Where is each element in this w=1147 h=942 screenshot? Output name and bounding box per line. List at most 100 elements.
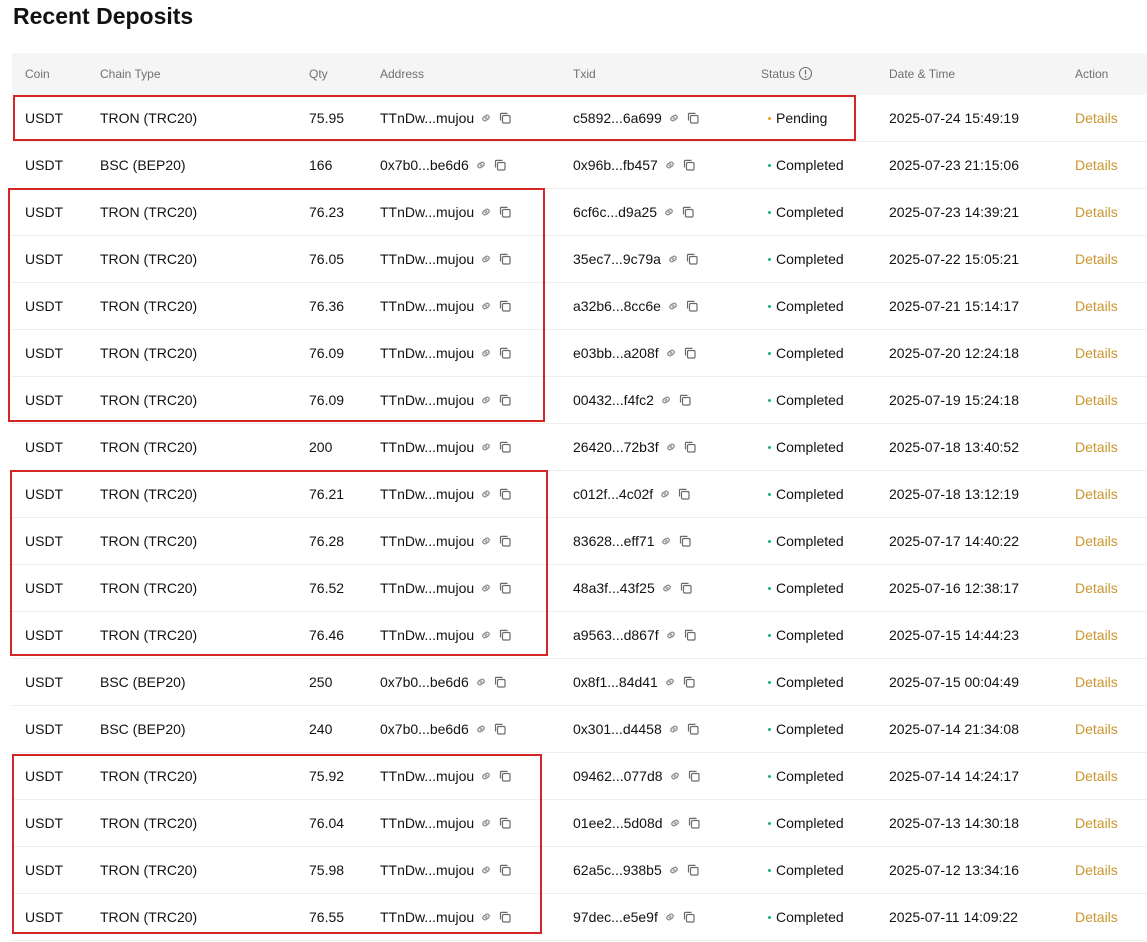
details-link[interactable]: Details bbox=[1075, 612, 1118, 658]
details-link[interactable]: Details bbox=[1075, 565, 1118, 611]
copy-icon[interactable] bbox=[682, 675, 696, 689]
copy-icon[interactable] bbox=[685, 299, 699, 313]
copy-icon[interactable] bbox=[677, 487, 691, 501]
status-dot bbox=[768, 634, 771, 637]
copy-icon[interactable] bbox=[681, 205, 695, 219]
copy-icon[interactable] bbox=[498, 487, 512, 501]
copy-icon[interactable] bbox=[498, 863, 512, 877]
link-icon[interactable] bbox=[667, 722, 681, 736]
link-icon[interactable] bbox=[479, 111, 493, 125]
link-icon[interactable] bbox=[479, 299, 493, 313]
copy-icon[interactable] bbox=[683, 440, 697, 454]
copy-icon[interactable] bbox=[679, 581, 693, 595]
link-icon[interactable] bbox=[474, 675, 488, 689]
link-icon[interactable] bbox=[662, 205, 676, 219]
link-icon[interactable] bbox=[667, 863, 681, 877]
link-icon[interactable] bbox=[479, 534, 493, 548]
link-icon[interactable] bbox=[479, 487, 493, 501]
details-link[interactable]: Details bbox=[1075, 377, 1118, 423]
copy-icon[interactable] bbox=[498, 910, 512, 924]
link-icon[interactable] bbox=[479, 628, 493, 642]
link-icon[interactable] bbox=[479, 252, 493, 266]
copy-icon[interactable] bbox=[498, 346, 512, 360]
copy-icon[interactable] bbox=[498, 769, 512, 783]
link-icon[interactable] bbox=[667, 111, 681, 125]
copy-icon[interactable] bbox=[683, 628, 697, 642]
details-link[interactable]: Details bbox=[1075, 659, 1118, 705]
copy-icon[interactable] bbox=[687, 816, 701, 830]
copy-icon[interactable] bbox=[498, 299, 512, 313]
coin-cell: USDT bbox=[25, 533, 64, 549]
copy-icon[interactable] bbox=[493, 675, 507, 689]
copy-icon[interactable] bbox=[685, 252, 699, 266]
status-text: Completed bbox=[776, 298, 844, 314]
info-icon[interactable] bbox=[798, 66, 813, 81]
copy-icon[interactable] bbox=[498, 252, 512, 266]
link-icon[interactable] bbox=[479, 346, 493, 360]
details-link[interactable]: Details bbox=[1075, 330, 1118, 376]
link-icon[interactable] bbox=[668, 816, 682, 830]
copy-icon[interactable] bbox=[678, 393, 692, 407]
link-icon[interactable] bbox=[479, 816, 493, 830]
link-icon[interactable] bbox=[474, 158, 488, 172]
copy-icon[interactable] bbox=[498, 816, 512, 830]
link-icon[interactable] bbox=[479, 769, 493, 783]
details-link[interactable]: Details bbox=[1075, 283, 1118, 329]
details-link[interactable]: Details bbox=[1075, 424, 1118, 470]
details-link[interactable]: Details bbox=[1075, 189, 1118, 235]
link-icon[interactable] bbox=[479, 910, 493, 924]
copy-icon[interactable] bbox=[498, 581, 512, 595]
details-link[interactable]: Details bbox=[1075, 847, 1118, 893]
link-icon[interactable] bbox=[664, 346, 678, 360]
date-time-cell: 2025-07-24 15:49:19 bbox=[889, 110, 1019, 126]
link-icon[interactable] bbox=[479, 205, 493, 219]
copy-icon[interactable] bbox=[687, 769, 701, 783]
link-icon[interactable] bbox=[664, 628, 678, 642]
status-text: Completed bbox=[776, 251, 844, 267]
link-icon[interactable] bbox=[663, 158, 677, 172]
link-icon[interactable] bbox=[666, 299, 680, 313]
copy-icon[interactable] bbox=[678, 534, 692, 548]
details-link[interactable]: Details bbox=[1075, 753, 1118, 799]
copy-icon[interactable] bbox=[498, 111, 512, 125]
link-icon[interactable] bbox=[663, 910, 677, 924]
copy-icon[interactable] bbox=[498, 205, 512, 219]
copy-icon[interactable] bbox=[683, 346, 697, 360]
details-link[interactable]: Details bbox=[1075, 706, 1118, 752]
copy-icon[interactable] bbox=[498, 393, 512, 407]
copy-icon[interactable] bbox=[686, 722, 700, 736]
copy-icon[interactable] bbox=[682, 158, 696, 172]
link-icon[interactable] bbox=[479, 393, 493, 407]
link-icon[interactable] bbox=[659, 393, 673, 407]
txid-text: 0x8f1...84d41 bbox=[573, 674, 658, 690]
address-cell: TTnDw...mujou bbox=[380, 565, 512, 611]
details-link[interactable]: Details bbox=[1075, 142, 1118, 188]
link-icon[interactable] bbox=[479, 440, 493, 454]
details-link[interactable]: Details bbox=[1075, 95, 1118, 141]
details-link[interactable]: Details bbox=[1075, 800, 1118, 846]
details-link[interactable]: Details bbox=[1075, 894, 1118, 940]
address-text: TTnDw...mujou bbox=[380, 768, 475, 784]
link-icon[interactable] bbox=[664, 440, 678, 454]
copy-icon[interactable] bbox=[686, 111, 700, 125]
copy-icon[interactable] bbox=[498, 440, 512, 454]
link-icon[interactable] bbox=[659, 534, 673, 548]
copy-icon[interactable] bbox=[498, 534, 512, 548]
details-link[interactable]: Details bbox=[1075, 471, 1118, 517]
copy-icon[interactable] bbox=[498, 628, 512, 642]
copy-icon[interactable] bbox=[682, 910, 696, 924]
copy-icon[interactable] bbox=[493, 722, 507, 736]
copy-icon[interactable] bbox=[686, 863, 700, 877]
link-icon[interactable] bbox=[668, 769, 682, 783]
link-icon[interactable] bbox=[666, 252, 680, 266]
details-link[interactable]: Details bbox=[1075, 236, 1118, 282]
link-icon[interactable] bbox=[479, 863, 493, 877]
chain-type-cell: BSC (BEP20) bbox=[100, 157, 186, 173]
link-icon[interactable] bbox=[663, 675, 677, 689]
link-icon[interactable] bbox=[474, 722, 488, 736]
link-icon[interactable] bbox=[479, 581, 493, 595]
link-icon[interactable] bbox=[660, 581, 674, 595]
link-icon[interactable] bbox=[658, 487, 672, 501]
details-link[interactable]: Details bbox=[1075, 518, 1118, 564]
copy-icon[interactable] bbox=[493, 158, 507, 172]
